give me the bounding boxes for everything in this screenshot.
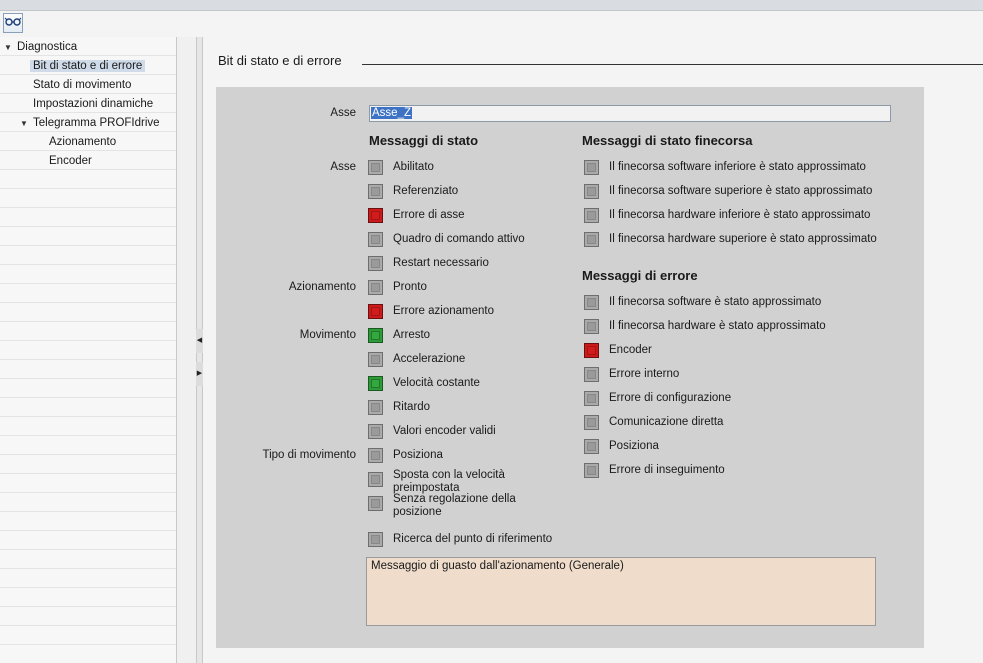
group-label-motion: Movimento: [299, 329, 356, 341]
tree-item-drive[interactable]: Azionamento: [46, 134, 119, 151]
status-label: Errore di configurazione: [609, 392, 732, 404]
tree-item-status-error-bits[interactable]: Bit di stato e di errore: [30, 58, 146, 75]
status-indicator: [368, 184, 383, 199]
tree-border: [176, 37, 177, 663]
tree-item-label: Stato di movimento: [33, 79, 132, 91]
toolbar: [0, 11, 983, 37]
status-indicator: [368, 448, 383, 463]
status-indicator: [368, 376, 383, 391]
tree-item-label: Bit di stato e di errore: [30, 60, 146, 72]
status-label: Il finecorsa software è stato approssima…: [609, 296, 822, 308]
status-label: Velocità costante: [393, 377, 480, 389]
drive-fault-message-box: Messaggio di guasto dall'azionamento (Ge…: [366, 557, 876, 626]
status-label: Encoder: [609, 344, 652, 356]
tree-item-profidrive-telegram[interactable]: ▼ Telegramma PROFIdrive: [20, 115, 163, 132]
axis-label: Asse: [330, 107, 356, 119]
status-label: Arresto: [393, 329, 431, 341]
title-bar: [0, 0, 983, 11]
status-indicator: [584, 367, 599, 382]
tree-item-encoder[interactable]: Encoder: [46, 153, 95, 170]
status-label: Il finecorsa software inferiore è stato …: [609, 161, 866, 173]
section-title: Bit di stato e di errore: [218, 53, 342, 68]
axis-value: Asse_Z: [371, 107, 412, 119]
status-indicator: [584, 415, 599, 430]
expand-right-icon[interactable]: ▶: [196, 362, 203, 386]
status-label: Comunicazione diretta: [609, 416, 724, 428]
status-label: Il finecorsa hardware superiore è stato …: [609, 233, 877, 245]
tree-item-label: Telegramma PROFIdrive: [33, 117, 160, 129]
status-label: Errore azionamento: [393, 305, 494, 317]
status-label: Errore interno: [609, 368, 680, 380]
limit-status-messages-title: Messaggi di stato finecorsa: [582, 133, 753, 148]
status-indicator: [368, 496, 383, 511]
expand-triangle-icon[interactable]: ▼: [4, 39, 12, 56]
status-label: Ricerca del punto di riferimento: [393, 533, 553, 545]
status-label: Abilitato: [393, 161, 434, 173]
status-indicator: [584, 319, 599, 334]
navigation-tree: ▼ Diagnostica Bit di stato e di errore S…: [0, 37, 176, 663]
status-label: Restart necessario: [393, 257, 489, 269]
tree-item-label: Impostazioni dinamiche: [33, 98, 154, 110]
status-indicator: [368, 232, 383, 247]
status-label: Il finecorsa hardware inferiore è stato …: [609, 209, 871, 221]
axis-field[interactable]: Asse_Z: [369, 105, 891, 122]
tree-item-motion-status[interactable]: Stato di movimento: [30, 77, 134, 94]
group-label-axis: Asse: [330, 161, 356, 173]
tree-item-label: Encoder: [49, 155, 92, 167]
status-indicator: [584, 208, 599, 223]
content-area: Bit di stato e di errore Asse Asse_Z Mes…: [203, 37, 983, 663]
tree-item-dynamic-settings[interactable]: Impostazioni dinamiche: [30, 96, 156, 113]
status-indicator: [584, 184, 599, 199]
collapse-left-icon[interactable]: ◀: [196, 329, 203, 353]
status-label: Referenziato: [393, 185, 459, 197]
diagnostics-panel: Asse Asse_Z Messaggi di stato Messaggi d…: [216, 87, 924, 648]
status-indicator: [368, 424, 383, 439]
status-messages-title: Messaggi di stato: [369, 133, 479, 148]
tree-item-diagnostica[interactable]: ▼ Diagnostica: [4, 39, 80, 56]
status-label: Sposta con la velocità preimpostata: [393, 469, 505, 494]
status-indicator: [368, 208, 383, 223]
status-label: Errore di inseguimento: [609, 464, 725, 476]
status-label: Posiziona: [393, 449, 443, 461]
status-label: Valori encoder validi: [393, 425, 496, 437]
status-label: Il finecorsa hardware è stato approssima…: [609, 320, 826, 332]
status-indicator: [368, 304, 383, 319]
group-label-drive: Azionamento: [288, 281, 356, 293]
status-indicator: [368, 532, 383, 547]
monitor-glasses-button[interactable]: [3, 13, 23, 33]
status-indicator: [584, 391, 599, 406]
status-indicator: [584, 295, 599, 310]
status-indicator: [368, 328, 383, 343]
status-indicator: [368, 352, 383, 367]
status-label: Quadro di comando attivo: [393, 233, 525, 245]
status-indicator: [368, 256, 383, 271]
status-indicator: [368, 280, 383, 295]
status-indicator: [368, 400, 383, 415]
status-label: Errore di asse: [393, 209, 465, 221]
glasses-icon: [4, 17, 22, 26]
status-indicator: [584, 160, 599, 175]
status-indicator: [368, 472, 383, 487]
error-messages-title: Messaggi di errore: [582, 268, 698, 283]
status-label: Ritardo: [393, 401, 431, 413]
group-label-motion-type: Tipo di movimento: [262, 449, 356, 461]
status-indicator: [584, 232, 599, 247]
status-label: Senza regolazione della posizione: [393, 493, 516, 518]
tree-item-label: Azionamento: [49, 136, 117, 148]
section-divider: [362, 64, 983, 65]
status-label: Posiziona: [609, 440, 659, 452]
status-label: Pronto: [393, 281, 427, 293]
status-label: Accelerazione: [393, 353, 466, 365]
expand-triangle-icon[interactable]: ▼: [20, 115, 28, 132]
status-indicator: [584, 439, 599, 454]
status-indicator: [368, 160, 383, 175]
pane-splitter[interactable]: ◀ ▶: [196, 37, 203, 663]
status-indicator: [584, 463, 599, 478]
tree-item-label: Diagnostica: [17, 41, 78, 53]
status-indicator: [584, 343, 599, 358]
status-label: Il finecorsa software superiore è stato …: [609, 185, 873, 197]
